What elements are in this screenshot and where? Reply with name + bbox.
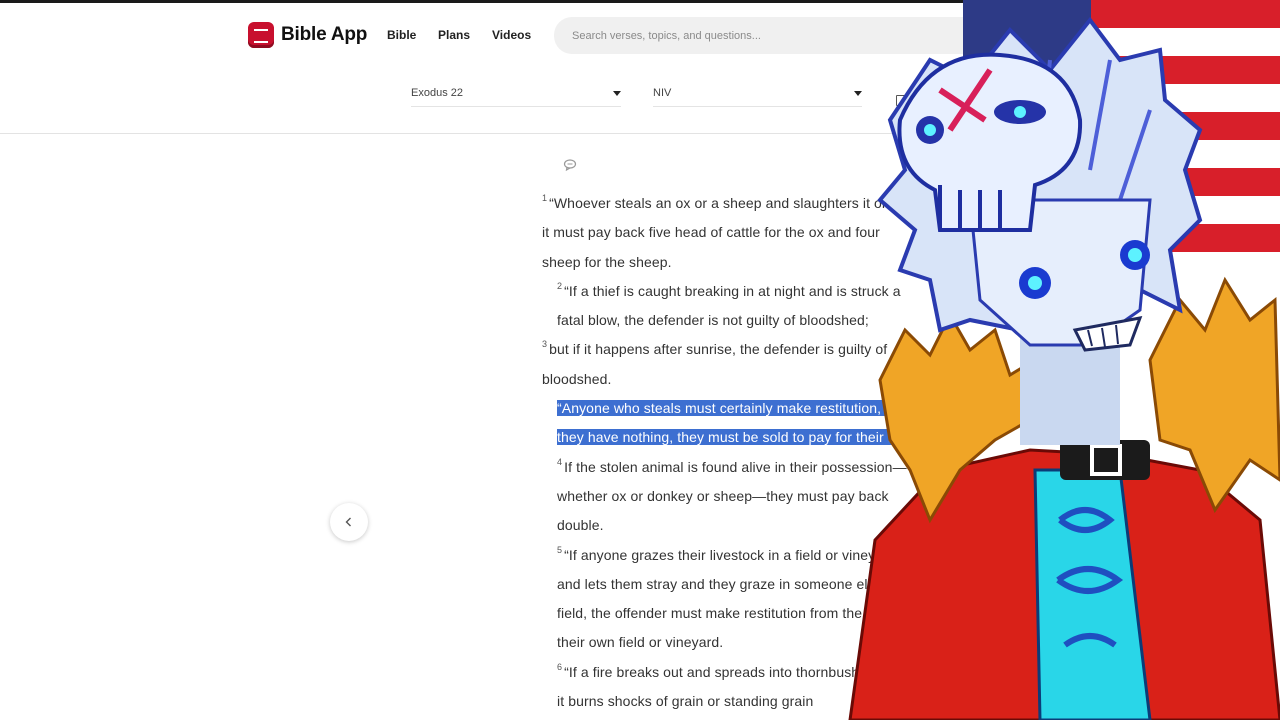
verse-number: 1 [542,193,548,203]
chevron-left-icon [345,517,351,527]
caret-down-icon [613,91,621,96]
verse-number: 3 [542,339,548,350]
chapter-select[interactable]: Exodus 22 [411,80,621,107]
bible-app-logo-icon [248,22,274,48]
nav-videos[interactable]: Videos [492,28,531,42]
comment-icon[interactable] [563,158,577,172]
nav-plans[interactable]: Plans [438,28,470,42]
verse-number: 6 [557,661,563,672]
verse-number: 5 [557,544,563,555]
verse-number: 2 [557,280,563,291]
app-logo[interactable]: Bible App [248,22,367,48]
streamer-avatar-image [848,16,1280,720]
nav-bible[interactable]: Bible [387,28,416,42]
version-select-value: NIV [653,87,672,99]
verse-number: 4 [557,456,563,467]
previous-chapter-button[interactable] [330,503,368,541]
chapter-select-value: Exodus 22 [411,87,463,99]
app-name: Bible App [281,24,368,45]
chapter-heading-fragment [668,124,718,133]
